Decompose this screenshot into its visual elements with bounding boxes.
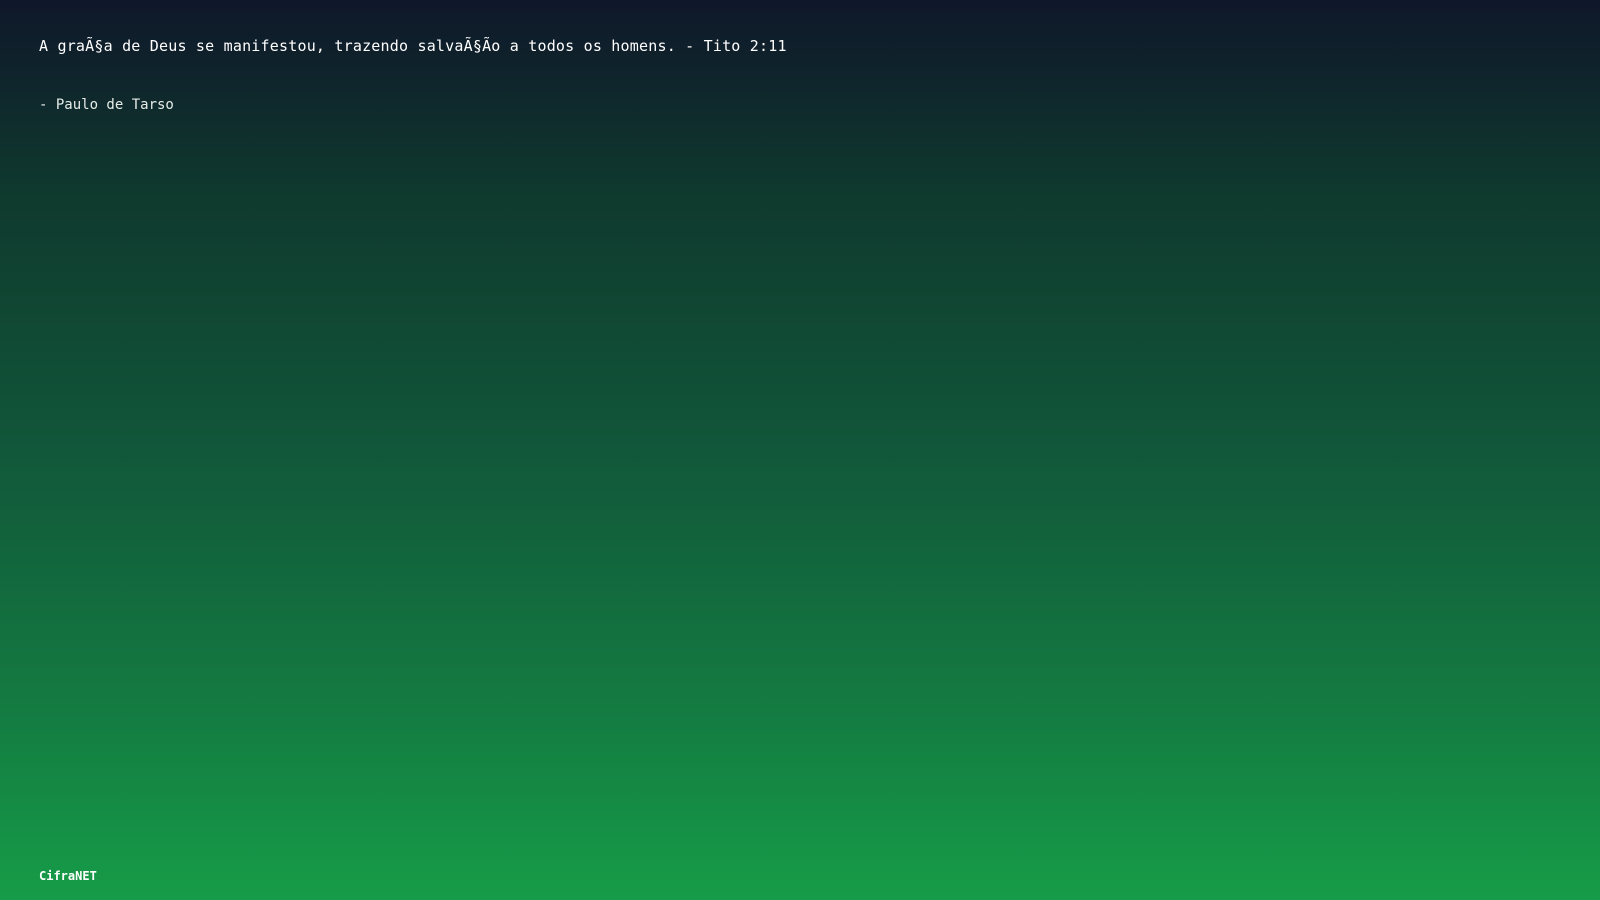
brand-label: CifraNET bbox=[39, 869, 97, 883]
quote-author: - Paulo de Tarso bbox=[39, 97, 174, 113]
quote-text: A graÃ§a de Deus se manifestou, trazendo… bbox=[39, 37, 787, 55]
